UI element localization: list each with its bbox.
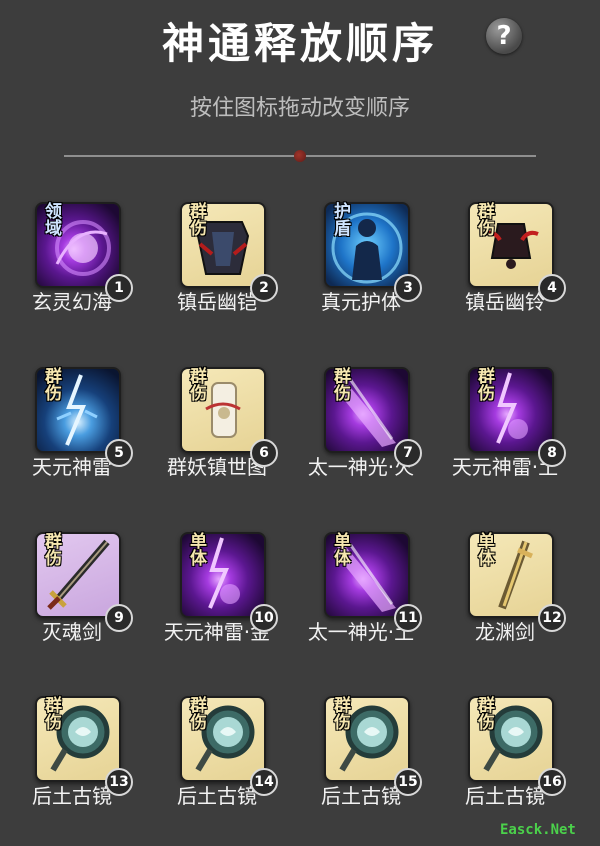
skill-slot[interactable]: 群伤 5 天元神雷 bbox=[0, 351, 140, 491]
order-badge: 8 bbox=[538, 439, 566, 467]
skill-type-tag: 群伤 bbox=[186, 367, 206, 401]
watermark: Easck.Net bbox=[500, 822, 576, 838]
order-badge: 2 bbox=[250, 274, 278, 302]
skill-slot[interactable]: 单体 10 天元神雷·金 bbox=[145, 516, 285, 656]
skill-type-tag: 群伤 bbox=[330, 367, 350, 401]
order-badge: 10 bbox=[250, 604, 278, 632]
skill-order-screen: 神通释放顺序 ? 按住图标拖动改变顺序 领域 1 玄灵幻海 群伤 2 镇岳幽铠 护盾 3 真元护… bbox=[0, 0, 600, 846]
skill-type-tag: 群伤 bbox=[186, 202, 206, 236]
skill-slot[interactable]: 群伤 7 太一神光·火 bbox=[289, 351, 429, 491]
order-badge: 3 bbox=[394, 274, 422, 302]
order-badge: 9 bbox=[105, 604, 133, 632]
skill-type-tag: 群伤 bbox=[474, 202, 494, 236]
skill-type-tag: 群伤 bbox=[41, 696, 61, 730]
skill-type-tag: 群伤 bbox=[41, 532, 61, 566]
order-badge: 12 bbox=[538, 604, 566, 632]
skill-type-tag: 群伤 bbox=[186, 696, 206, 730]
skill-type-tag: 单体 bbox=[474, 532, 494, 566]
skill-slot[interactable]: 群伤 9 灭魂剑 bbox=[0, 516, 140, 656]
order-badge: 7 bbox=[394, 439, 422, 467]
skill-slot[interactable]: 护盾 3 真元护体 bbox=[289, 186, 429, 326]
order-badge: 6 bbox=[250, 439, 278, 467]
help-icon[interactable]: ? bbox=[486, 18, 522, 54]
skill-type-tag: 领域 bbox=[41, 202, 61, 236]
skill-type-tag: 单体 bbox=[186, 532, 206, 566]
skill-slot[interactable]: 群伤 15 后土古镜 bbox=[289, 680, 429, 820]
skill-type-tag: 群伤 bbox=[474, 696, 494, 730]
order-badge: 15 bbox=[394, 768, 422, 796]
skill-type-tag: 单体 bbox=[330, 532, 350, 566]
divider-gem-icon bbox=[294, 150, 306, 162]
order-badge: 4 bbox=[538, 274, 566, 302]
order-badge: 11 bbox=[394, 604, 422, 632]
skill-slot[interactable]: 群伤 14 后土古镜 bbox=[145, 680, 285, 820]
skill-type-tag: 群伤 bbox=[474, 367, 494, 401]
skill-slot[interactable]: 群伤 4 镇岳幽铃 bbox=[433, 186, 573, 326]
skill-slot[interactable]: 领域 1 玄灵幻海 bbox=[0, 186, 140, 326]
skill-slot[interactable]: 群伤 13 后土古镜 bbox=[0, 680, 140, 820]
skill-type-tag: 群伤 bbox=[41, 367, 61, 401]
skill-type-tag: 群伤 bbox=[330, 696, 350, 730]
order-badge: 1 bbox=[105, 274, 133, 302]
order-badge: 5 bbox=[105, 439, 133, 467]
order-badge: 13 bbox=[105, 768, 133, 796]
skill-slot[interactable]: 单体 11 太一神光·土 bbox=[289, 516, 429, 656]
skill-slot[interactable]: 群伤 8 天元神雷·土 bbox=[433, 351, 573, 491]
order-badge: 16 bbox=[538, 768, 566, 796]
skill-slot[interactable]: 单体 12 龙渊剑 bbox=[433, 516, 573, 656]
order-badge: 14 bbox=[250, 768, 278, 796]
skill-slot[interactable]: 群伤 6 群妖镇世图 bbox=[145, 351, 285, 491]
skill-type-tag: 护盾 bbox=[330, 202, 350, 236]
skill-slot[interactable]: 群伤 2 镇岳幽铠 bbox=[145, 186, 285, 326]
skill-slot[interactable]: 群伤 16 后土古镜 bbox=[433, 680, 573, 820]
page-subtitle: 按住图标拖动改变顺序 bbox=[189, 96, 410, 121]
